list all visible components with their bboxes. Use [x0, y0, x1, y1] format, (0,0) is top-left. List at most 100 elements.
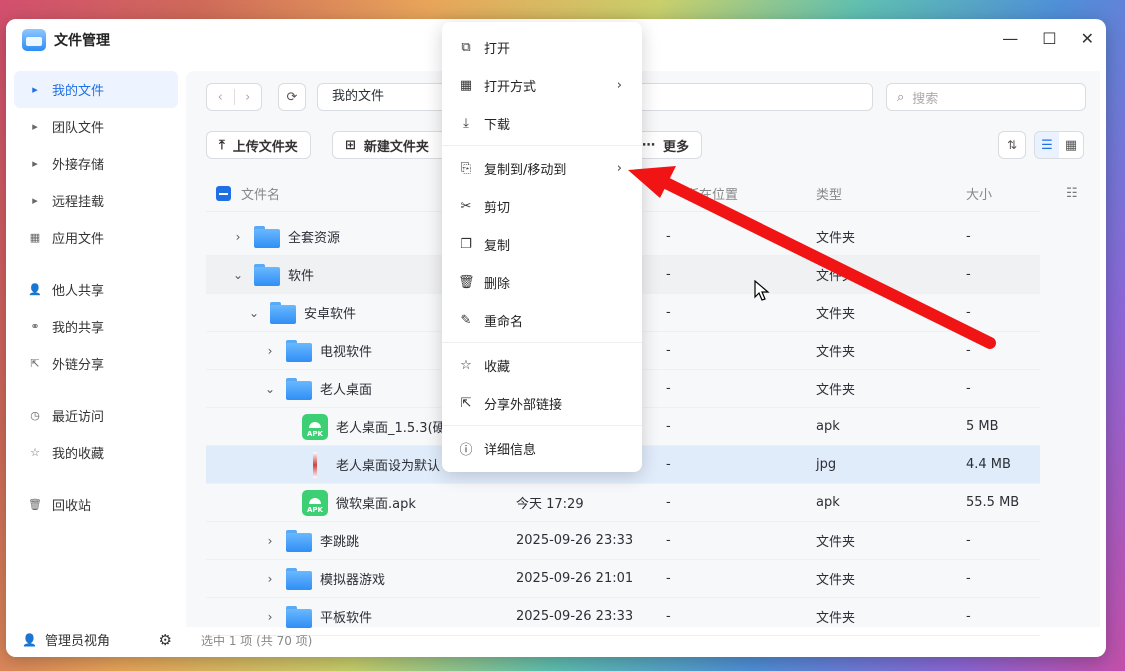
caret-right-icon: ▸ [32, 157, 38, 170]
menu-item-6[interactable]: ❐ 复制 [442, 225, 642, 263]
menu-item-8[interactable]: ✎ 重命名 [442, 301, 642, 339]
cell-loc: - [666, 305, 671, 320]
apps-grid-icon: ▦ [29, 231, 41, 244]
table-row[interactable]: › 模拟器游戏 2025-09-26 21:01 - 文件夹 - [206, 560, 1040, 598]
cell-loc: - [666, 571, 671, 586]
info-icon: ⓘ [459, 442, 473, 458]
sidebar-item-6[interactable]: ⚭ 我的共享 [14, 308, 178, 345]
sidebar-item-3[interactable]: ▸ 远程挂载 [14, 182, 178, 219]
cell-date: 今天 17:29 [516, 497, 584, 512]
table-row[interactable]: › 平板软件 2025-09-26 23:33 - 文件夹 - [206, 598, 1040, 636]
app-logo-icon [22, 29, 46, 51]
sidebar-item-label: 最近访问 [52, 410, 105, 425]
expand-caret-icon[interactable]: › [262, 572, 278, 586]
forward-icon[interactable]: › [235, 90, 262, 105]
cell-size: - [966, 305, 971, 320]
app-header: 文件管理 [22, 29, 110, 51]
external-link-icon: ⇱ [30, 357, 40, 370]
cell-type: 文件夹 [816, 573, 856, 588]
menu-item-1[interactable]: ▦ 打开方式 › [442, 66, 642, 104]
expand-caret-icon[interactable]: ⌄ [230, 268, 246, 282]
sidebar-nav: ▸ 我的文件 ▸ 团队文件 ▸ 外接存储 ▸ 远程挂载 ▦ 应用文件 👤 他人共享 ⚭ 我的共享 ⇱ 外链分享… [14, 71, 178, 523]
status-bar: 选中 1 项 (共 70 项) [201, 634, 313, 648]
expand-caret-icon[interactable]: › [262, 344, 278, 358]
sidebar-item-9[interactable]: ☆ 我的收藏 [14, 434, 178, 471]
file-name: 软件 [288, 269, 315, 284]
sidebar-footer: 👤 管理员视角 ⚙ [22, 630, 172, 650]
sidebar-item-10[interactable]: 🗑 回收站 [14, 486, 178, 523]
expand-caret-icon[interactable]: ⌄ [262, 382, 278, 396]
context-menu: ⧉ 打开 ▦ 打开方式 › ⤓ 下载 ⎘ 复制到/移动到 › ✂ 剪切 ❐ 复制 🗑 删除 ✎ 重命名 ☆ 收藏 ⇱ 分享… [442, 22, 642, 472]
expand-caret-icon[interactable]: ⌄ [246, 306, 262, 320]
menu-item-0[interactable]: ⧉ 打开 [442, 28, 642, 66]
sidebar-item-label: 他人共享 [52, 284, 105, 299]
minimize-icon[interactable]: — [1002, 29, 1018, 48]
close-icon[interactable]: ✕ [1081, 29, 1094, 48]
menu-item-11[interactable]: ⇱ 分享外部链接 [442, 384, 642, 422]
sidebar-item-label: 我的共享 [52, 321, 105, 336]
folder-icon [286, 529, 312, 552]
menu-item-7[interactable]: 🗑 删除 [442, 263, 642, 301]
new-folder-button[interactable]: ⊞ 新建文件夹 [332, 131, 448, 159]
row-name-cell: › 平板软件 [206, 605, 372, 628]
sidebar-item-0[interactable]: ▸ 我的文件 [14, 71, 178, 108]
cell-loc: - [666, 609, 671, 624]
menu-item-label: 复制到/移动到 [484, 162, 567, 178]
folder-plus-icon: ⊞ [345, 137, 356, 153]
menu-separator [442, 145, 642, 146]
expand-caret-icon[interactable]: › [230, 230, 246, 244]
menu-item-2[interactable]: ⤓ 下载 [442, 104, 642, 142]
sidebar-item-2[interactable]: ▸ 外接存储 [14, 145, 178, 182]
maximize-icon[interactable]: ☐ [1042, 29, 1056, 48]
menu-item-13[interactable]: ⓘ 详细信息 [442, 429, 642, 467]
sidebar-item-4[interactable]: ▦ 应用文件 [14, 219, 178, 256]
expand-caret-icon[interactable]: › [262, 534, 278, 548]
more-button[interactable]: ⋯ 更多 [642, 131, 702, 159]
sort-button[interactable]: ⇅ [998, 131, 1026, 159]
search-input[interactable]: ⌕ 搜索 [886, 83, 1086, 111]
cell-loc: - [666, 495, 671, 510]
select-all-checkbox[interactable] [216, 186, 231, 201]
col-type[interactable]: 类型 [816, 184, 842, 203]
col-size[interactable]: 大小 [966, 184, 992, 203]
table-row[interactable]: › 李跳跳 2025-09-26 23:33 - 文件夹 - [206, 522, 1040, 560]
col-name[interactable]: 文件名 [241, 184, 280, 203]
cell-size: - [966, 381, 971, 396]
sidebar-item-8[interactable]: ◷ 最近访问 [14, 397, 178, 434]
gear-icon[interactable]: ⚙ [159, 631, 172, 649]
cell-size: - [966, 609, 971, 624]
sidebar-item-label: 远程挂载 [52, 195, 105, 210]
folder-icon [286, 339, 312, 362]
star-icon: ☆ [460, 357, 472, 373]
cell-type: 文件夹 [816, 345, 856, 360]
row-name-cell: › 李跳跳 [206, 529, 359, 552]
upload-folder-button[interactable]: ⤒ 上传文件夹 [206, 131, 311, 159]
menu-item-4[interactable]: ⎘ 复制到/移动到 › [442, 149, 642, 187]
apk-file-icon: APK [302, 413, 328, 440]
scissors-icon: ✂ [460, 198, 472, 214]
main-panel: ‹ › ⟳ 我的文件 ⌕ 搜索 ⤒ 上传文件夹 ⊞ 新建文件夹 ⋯ 更多 ⇅ ☰… [186, 71, 1100, 636]
folder-icon [286, 605, 312, 628]
search-placeholder: 搜索 [912, 91, 939, 107]
search-icon: ⌕ [897, 89, 905, 105]
admin-view-toggle[interactable]: 👤 管理员视角 [22, 630, 110, 650]
expand-caret-icon[interactable]: › [262, 610, 278, 624]
more-label: 更多 [663, 139, 690, 155]
column-settings-icon[interactable]: ☷ [1066, 186, 1078, 201]
grid-view-icon[interactable]: ▦ [1059, 132, 1083, 158]
sidebar-item-1[interactable]: ▸ 团队文件 [14, 108, 178, 145]
cell-type: 文件夹 [816, 535, 856, 550]
sidebar-item-5[interactable]: 👤 他人共享 [14, 271, 178, 308]
trash-icon: 🗑 [28, 498, 42, 511]
menu-item-10[interactable]: ☆ 收藏 [442, 346, 642, 384]
row-name-cell: APK 微软桌面.apk [206, 489, 416, 516]
menu-item-5[interactable]: ✂ 剪切 [442, 187, 642, 225]
caret-right-icon: ▸ [32, 83, 38, 96]
list-view-icon[interactable]: ☰ [1035, 132, 1059, 158]
caret-right-icon: ▸ [32, 120, 38, 133]
table-row[interactable]: APK 微软桌面.apk 今天 17:29 - apk 55.5 MB [206, 484, 1040, 522]
col-location[interactable]: 所在位置 [686, 184, 738, 203]
sidebar-item-7[interactable]: ⇱ 外链分享 [14, 345, 178, 382]
refresh-button[interactable]: ⟳ [278, 83, 306, 111]
back-icon[interactable]: ‹ [207, 90, 234, 105]
